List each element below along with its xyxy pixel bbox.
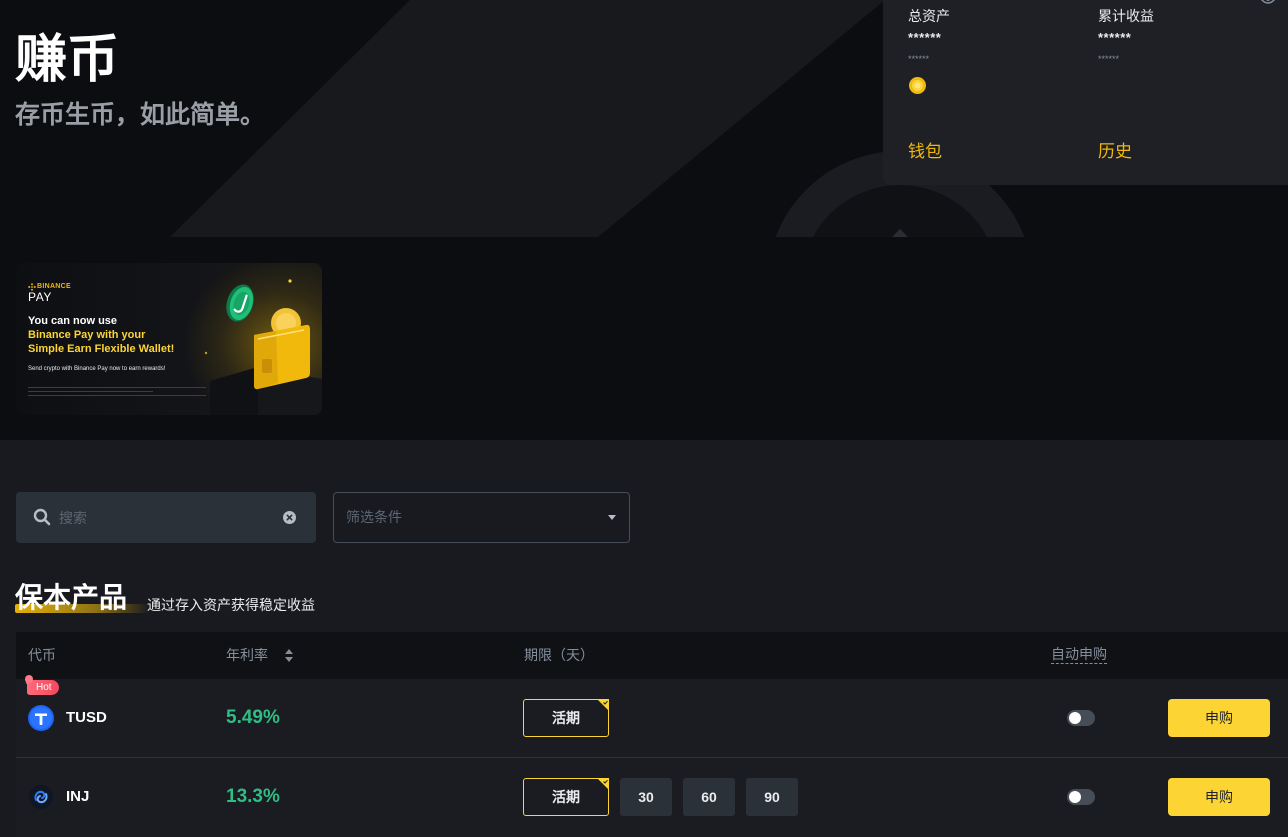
subscribe-button[interactable]: 申购	[1168, 778, 1270, 816]
term-option-flexible[interactable]: 活期	[523, 778, 609, 816]
section-title: 保本产品	[15, 582, 128, 613]
search-box[interactable]	[16, 492, 316, 543]
cumulative-earnings-sub-value: ******	[1098, 54, 1120, 64]
coin-icon	[909, 77, 926, 94]
toggle-knob	[1069, 712, 1081, 724]
tusd-icon	[28, 705, 54, 731]
banner-fine-print	[28, 387, 206, 399]
hero-section: 赚币 存币生币，如此简单。 总资产 ****** ****** 累计收益 ***…	[0, 0, 1288, 440]
apr-value: 13.3%	[226, 786, 280, 807]
filter-dropdown-placeholder: 筛选条件	[346, 509, 402, 525]
coin-name[interactable]: TUSD	[66, 708, 107, 728]
selected-check-icon	[597, 778, 609, 790]
term-option-30[interactable]: 30	[620, 778, 672, 816]
promo-banner[interactable]: BINANCE PAY You can now use Binance Pay …	[16, 263, 322, 415]
total-assets-label: 总资产	[908, 8, 950, 24]
banner-headline-line-3: Simple Earn Flexible Wallet!	[28, 343, 175, 355]
term-option-90[interactable]: 90	[746, 778, 798, 816]
eye-icon[interactable]	[1260, 0, 1276, 5]
section-subtitle: 通过存入资产获得稳定收益	[147, 597, 315, 613]
term-label: 活期	[552, 710, 580, 726]
clear-icon[interactable]	[283, 511, 296, 524]
products-table: 代币 年利率 期限（天） 自动申购 Hot TUSD 5.49% 活期 申购 I…	[16, 632, 1288, 837]
page-subtitle: 存币生币，如此简单。	[15, 101, 266, 129]
sort-icon[interactable]	[285, 649, 293, 662]
total-assets-sub-value: ******	[908, 54, 930, 64]
table-row: Hot TUSD 5.49% 活期 申购	[16, 679, 1288, 758]
term-option-60[interactable]: 60	[683, 778, 735, 816]
search-icon	[33, 508, 51, 526]
table-row: INJ 13.3% 活期 30 60 90 申购	[16, 758, 1288, 837]
page-title: 赚币	[15, 31, 120, 89]
cumulative-earnings-value: ******	[1098, 30, 1132, 45]
banner-wallet-illustration	[204, 279, 322, 415]
cumulative-earnings-label: 累计收益	[1098, 8, 1154, 24]
header-term: 期限（天）	[524, 647, 594, 663]
table-header: 代币 年利率 期限（天） 自动申购	[16, 632, 1288, 679]
filter-dropdown[interactable]: 筛选条件	[333, 492, 630, 543]
history-link[interactable]: 历史	[1098, 141, 1132, 163]
header-apr[interactable]: 年利率	[226, 646, 268, 665]
hot-badge: Hot	[27, 680, 59, 695]
header-coin: 代币	[28, 647, 56, 663]
chevron-down-icon	[608, 515, 616, 520]
banner-brand-bottom: PAY	[28, 290, 53, 304]
coin-name[interactable]: INJ	[66, 787, 89, 807]
total-assets-value: ******	[908, 30, 942, 45]
wallet-link[interactable]: 钱包	[908, 141, 942, 163]
term-option-flexible[interactable]: 活期	[523, 699, 609, 737]
apr-value: 5.49%	[226, 707, 280, 728]
subscribe-button[interactable]: 申购	[1168, 699, 1270, 737]
inj-icon	[29, 785, 53, 809]
banner-headline-line-1: You can now use	[28, 315, 118, 327]
banner-caption: Send crypto with Binance Pay now to earn…	[28, 366, 166, 372]
auto-subscribe-toggle[interactable]	[1067, 710, 1095, 726]
auto-subscribe-toggle[interactable]	[1067, 789, 1095, 805]
header-auto-subscribe[interactable]: 自动申购	[1051, 646, 1107, 664]
toggle-knob	[1069, 791, 1081, 803]
search-input[interactable]	[59, 492, 274, 543]
term-label: 活期	[552, 789, 580, 805]
account-summary-card: 总资产 ****** ****** 累计收益 ****** ****** 钱包 …	[883, 0, 1288, 185]
banner-headline-line-2: Binance Pay with your	[28, 329, 146, 341]
selected-check-icon	[597, 699, 609, 711]
